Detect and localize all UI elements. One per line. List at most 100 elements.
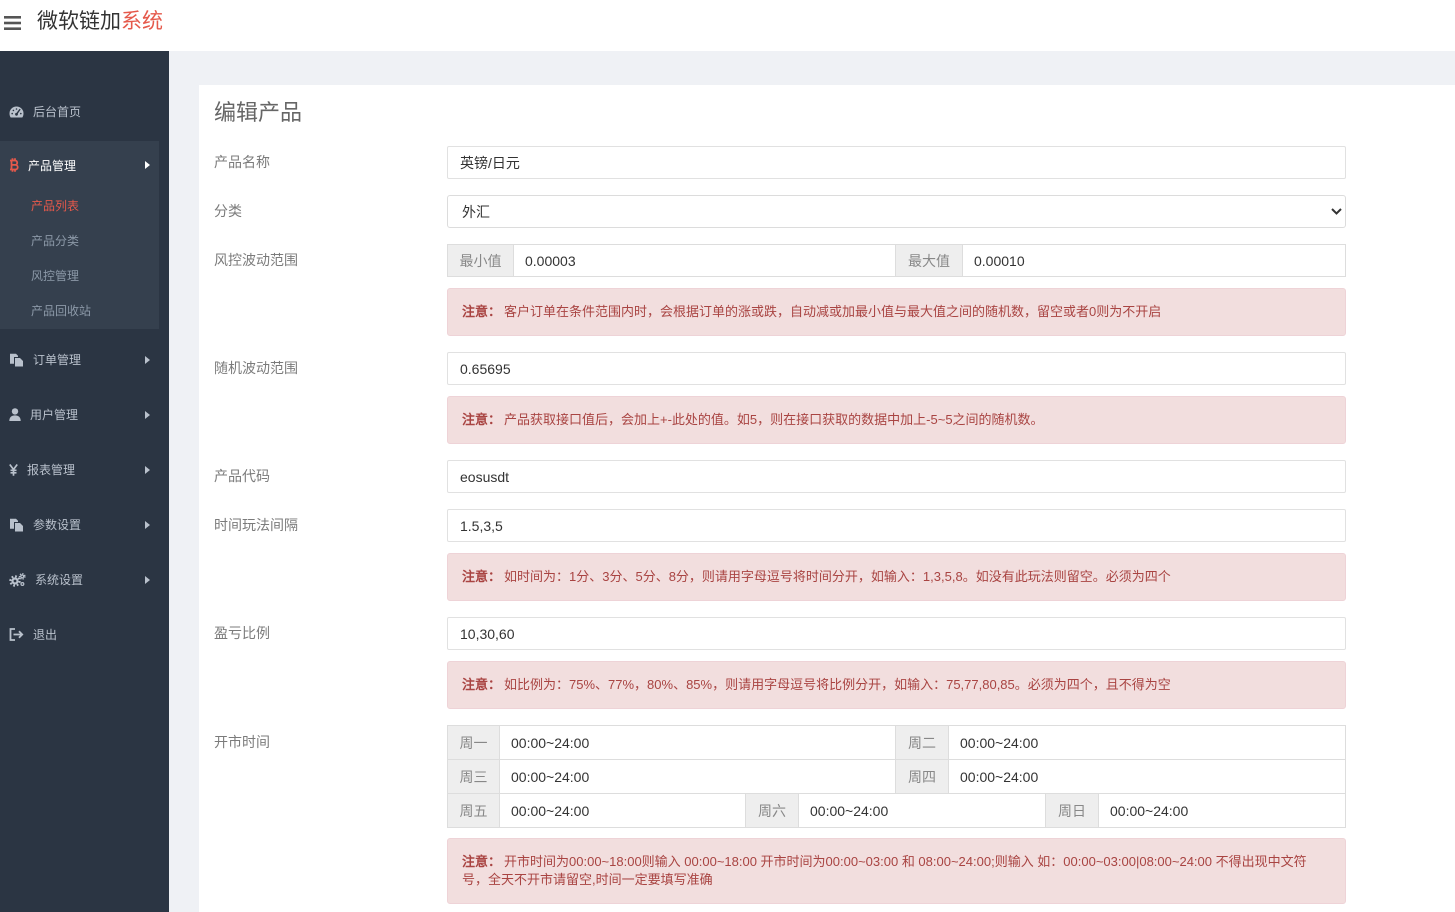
form-row-time-interval: 时间玩法间隔 注意：如时间为：1分、3分、5分、8分，则请用字母逗号将时间分开，… [214, 509, 1346, 601]
files-icon [9, 518, 24, 532]
sidebar-item-logout[interactable]: 退出 [0, 607, 169, 662]
day-addon-tue: 周二 [896, 725, 949, 760]
day-input-wed[interactable] [500, 759, 896, 794]
sidebar-subitem-product-recycle-bin[interactable]: 产品回收站 [0, 294, 159, 329]
sidebar-item-label: 参数设置 [33, 518, 82, 532]
random-range-label: 随机波动范围 [214, 360, 298, 376]
sidebar: 后台首页 产品管理 产品列表 产品分类 风控管理 产品回收站 订单管理 用户管理… [0, 51, 169, 912]
app-title-main: 微软链加 [37, 10, 121, 33]
sidebar-item-label: 系统设置 [35, 573, 84, 587]
cogs-icon [9, 572, 26, 587]
sidebar-item-label: 用户管理 [30, 408, 79, 422]
note-prefix: 注意： [462, 569, 502, 584]
product-name-input[interactable] [447, 146, 1346, 179]
day-input-sun[interactable] [1099, 793, 1346, 828]
form-row-category: 分类 外汇 [214, 195, 1346, 228]
market-hours-row-3: 周五 周六 周日 [447, 793, 1346, 828]
risk-min-addon: 最小值 [447, 244, 514, 277]
category-select[interactable]: 外汇 [447, 195, 1346, 228]
product-code-label: 产品代码 [214, 468, 270, 484]
risk-max-group: 最大值 [896, 244, 1346, 277]
sidebar-item-label: 报表管理 [27, 463, 76, 477]
user-icon [9, 408, 21, 421]
random-range-note: 注意： 产品获取接口值后，会加上+-此处的值。如5，则在接口获取的数据中加上-5~… [447, 396, 1346, 444]
risk-range-control: 最小值 最大值 注意：客户订单在条件范围内时，会根据订单的涨或跌，自动减或加最小… [447, 244, 1346, 336]
day-group-sun: 周日 [1046, 793, 1346, 828]
day-group-mon: 周一 [447, 725, 896, 760]
chevron-right-icon [145, 520, 150, 529]
category-select-wrapper: 外汇 [447, 195, 1346, 228]
sidebar-group-products: 产品管理 产品列表 产品分类 风控管理 产品回收站 [0, 141, 159, 329]
form-row-product-code: 产品代码 [214, 460, 1346, 493]
category-label: 分类 [214, 203, 242, 219]
sidebar-item-dashboard[interactable]: 后台首页 [0, 84, 169, 139]
day-input-tue[interactable] [949, 725, 1346, 760]
product-name-control [447, 146, 1346, 179]
profit-ratio-input[interactable] [447, 617, 1346, 650]
market-hours-row-1: 周一 周二 [447, 725, 1346, 760]
market-hours-note: 注意： 开市时间为00:00~18:00则输入 00:00~18:00 开市时间为… [447, 838, 1346, 904]
risk-max-addon: 最大值 [896, 244, 963, 277]
bitcoin-icon [9, 158, 19, 172]
chevron-right-icon [145, 410, 150, 419]
risk-range-input-group: 最小值 最大值 [447, 244, 1346, 277]
random-range-input[interactable] [447, 352, 1346, 385]
sidebar-item-products[interactable]: 产品管理 [0, 141, 159, 189]
dashboard-icon [9, 106, 24, 118]
profit-ratio-note: 注意： 如比例为：75%、77%，80%、85%，则请用字母逗号将比例分开，如输入… [447, 661, 1346, 709]
note-text: 客户订单在条件范围内时，会根据订单的涨或跌，自动减或加最小值与最大值之间的随机数… [504, 304, 1162, 319]
app-title-suffix: 系统 [121, 10, 163, 33]
sidebar-item-reports[interactable]: 报表管理 [0, 442, 169, 497]
market-hours-label: 开市时间 [214, 734, 270, 750]
sidebar-item-parameters[interactable]: 参数设置 [0, 497, 169, 552]
risk-range-label: 风控波动范围 [214, 252, 298, 268]
day-input-fri[interactable] [500, 793, 746, 828]
day-input-thu[interactable] [949, 759, 1346, 794]
risk-min-input[interactable] [514, 244, 896, 277]
risk-max-input[interactable] [963, 244, 1346, 277]
time-interval-control: 注意：如时间为：1分、3分、5分、8分，则请用字母逗号将时间分开，如输入：1,3… [447, 509, 1346, 601]
day-addon-mon: 周一 [447, 725, 500, 760]
note-prefix: 注意： [462, 854, 502, 869]
time-interval-note: 注意： 如时间为：1分、3分、5分、8分，则请用字母逗号将时间分开，如输入：1,3… [447, 553, 1346, 601]
edit-product-panel: 编辑产品 产品名称 分类 外汇 [199, 85, 1455, 912]
note-prefix: 注意： [462, 412, 502, 427]
sidebar-item-users[interactable]: 用户管理 [0, 387, 169, 442]
sidebar-subitem-product-list[interactable]: 产品列表 [0, 189, 159, 224]
random-range-control: 注意：产品获取接口值后，会加上+-此处的值。如5，则在接口获取的数据中加上-5~… [447, 352, 1346, 444]
page-title: 编辑产品 [214, 100, 303, 125]
sign-out-icon [9, 628, 24, 641]
product-code-control [447, 460, 1346, 493]
sidebar-item-orders[interactable]: 订单管理 [0, 332, 169, 387]
category-control: 外汇 [447, 195, 1346, 228]
day-input-sat[interactable] [799, 793, 1046, 828]
form-row-market-hours: 开市时间 周一 周二 周三 [214, 725, 1346, 904]
time-interval-label: 时间玩法间隔 [214, 517, 298, 533]
files-icon [9, 353, 24, 367]
sidebar-item-system-settings[interactable]: 系统设置 [0, 552, 169, 607]
top-bar: 微软链加系统 [0, 0, 1455, 51]
hamburger-menu-icon[interactable] [3, 15, 22, 31]
day-addon-sat: 周六 [746, 793, 799, 828]
form-row-profit-ratio: 盈亏比例 注意：如比例为：75%、77%，80%、85%，则请用字母逗号将比例分… [214, 617, 1346, 709]
form-row-risk-range: 风控波动范围 最小值 最大值 注意：客户订单在条件范围内时，会根据订单的涨或跌，… [214, 244, 1346, 336]
market-hours-row-2: 周三 周四 [447, 759, 1346, 794]
time-interval-input[interactable] [447, 509, 1346, 542]
day-input-mon[interactable] [500, 725, 896, 760]
product-code-input[interactable] [447, 460, 1346, 493]
app-title[interactable]: 微软链加系统 [37, 9, 163, 35]
product-name-label: 产品名称 [214, 154, 270, 170]
day-addon-thu: 周四 [896, 759, 949, 794]
risk-range-note: 注意： 客户订单在条件范围内时，会根据订单的涨或跌，自动减或加最小值与最大值之间的… [447, 288, 1346, 336]
note-text: 如时间为：1分、3分、5分、8分，则请用字母逗号将时间分开，如输入：1,3,5,… [504, 569, 1171, 584]
sidebar-subitem-product-category[interactable]: 产品分类 [0, 224, 159, 259]
day-addon-sun: 周日 [1046, 793, 1099, 828]
day-group-tue: 周二 [896, 725, 1346, 760]
sidebar-item-label: 产品管理 [28, 158, 77, 173]
chevron-right-icon [145, 465, 150, 474]
form-row-random-range: 随机波动范围 注意：产品获取接口值后，会加上+-此处的值。如5，则在接口获取的数… [214, 352, 1346, 444]
sidebar-item-label: 退出 [33, 628, 58, 642]
note-text: 开市时间为00:00~18:00则输入 00:00~18:00 开市时间为00:… [462, 854, 1307, 887]
sidebar-subitem-risk-control[interactable]: 风控管理 [0, 259, 159, 294]
day-group-sat: 周六 [746, 793, 1046, 828]
